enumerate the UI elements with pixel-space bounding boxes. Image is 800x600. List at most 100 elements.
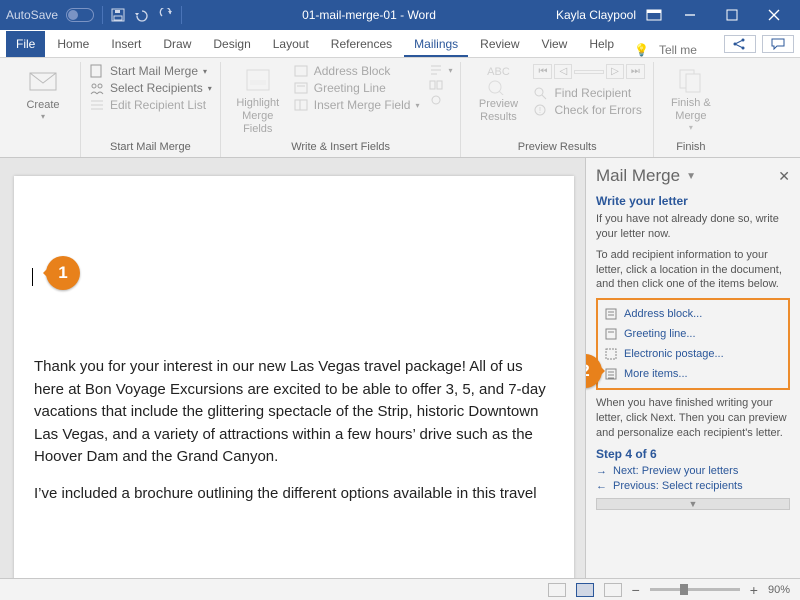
record-nav[interactable]: ⏮◁▷⏭ [533,64,644,79]
tab-home[interactable]: Home [47,31,99,57]
tab-draw[interactable]: Draw [153,31,201,57]
pane-close-button[interactable]: ✕ [778,168,790,185]
greeting-line-button[interactable]: Greeting Line [293,81,420,95]
zoom-slider[interactable] [650,588,740,591]
address-block-button[interactable]: Address Block [293,64,420,78]
postage-icon [604,347,618,361]
match-fields-button[interactable] [429,79,452,91]
pane-item-address-block[interactable]: Address block... [602,304,784,324]
find-recipient-button[interactable]: Find Recipient [533,86,644,100]
check-icon: ! [533,103,549,117]
ribbon-tabs: File Home Insert Draw Design Layout Refe… [0,30,800,58]
greeting-icon [293,81,309,95]
text-cursor [32,268,33,286]
pane-step: Step 4 of 6 [596,447,790,461]
document-page[interactable]: 1 Thank you for your interest in our new… [14,176,574,578]
group-create: Create ▾ [6,62,81,157]
pane-expand-bar[interactable]: ▼ [596,498,790,510]
tab-file[interactable]: File [6,31,45,57]
pane-intro-1: If you have not already done so, write y… [596,212,790,242]
check-errors-button[interactable]: !Check for Errors [533,103,644,117]
update-labels-button[interactable] [429,94,452,106]
tab-layout[interactable]: Layout [263,31,319,57]
tab-references[interactable]: References [321,31,402,57]
redo-icon[interactable] [159,8,173,22]
group-label: Finish [662,139,720,157]
mail-merge-pane: Mail Merge▼ ✕ Write your letter If you h… [585,158,800,578]
tab-view[interactable]: View [532,31,578,57]
tab-insert[interactable]: Insert [101,31,151,57]
pane-section-heading: Write your letter [596,194,790,208]
pane-title: Mail Merge▼ [596,166,790,186]
pane-menu-icon[interactable]: ▼ [686,171,696,182]
share-button[interactable] [724,35,756,53]
tab-help[interactable]: Help [579,31,624,57]
start-mail-merge-button[interactable]: Start Mail Merge▾ [89,64,212,78]
workspace: 1 Thank you for your interest in our new… [0,158,800,578]
edit-recipient-list-button[interactable]: Edit Recipient List [89,98,212,112]
document-body[interactable]: Thank you for your interest in our new L… [34,356,554,505]
pane-outro: When you have finished writing your lett… [596,396,790,441]
close-button[interactable] [754,0,794,30]
web-layout-icon[interactable] [604,583,622,597]
search-icon [533,86,549,100]
pane-next-link[interactable]: →Next: Preview your letters [596,465,790,477]
save-icon[interactable] [111,8,125,22]
zoom-level[interactable]: 90% [768,584,790,596]
read-mode-icon[interactable] [548,583,566,597]
svg-text:!: ! [539,106,541,115]
arrow-right-icon: → [596,465,607,477]
tellme-icon[interactable]: 💡 [634,43,649,57]
zoom-out-button[interactable]: − [632,582,640,598]
group-label: Write & Insert Fields [229,139,453,157]
tab-mailings[interactable]: Mailings [404,31,468,57]
ribbon: Create ▾ Start Mail Merge▾ Select Recipi… [0,58,800,158]
tab-design[interactable]: Design [203,31,260,57]
callout-1: 1 [46,256,80,290]
field-icon [293,98,309,112]
group-write-insert: Highlight Merge Fields Address Block Gre… [221,62,462,157]
quick-access-toolbar: AutoSave [6,6,182,24]
finish-merge-button[interactable]: Finish & Merge ▾ [662,62,720,133]
envelope-icon [28,66,58,96]
address-icon [293,64,309,78]
address-icon [604,307,618,321]
user-name[interactable]: Kayla Claypool [556,8,636,22]
create-button[interactable]: Create ▾ [14,62,72,122]
pane-item-more-items[interactable]: More items... [602,364,784,384]
status-bar: − + 90% [0,578,800,600]
undo-icon[interactable] [133,8,151,22]
select-recipients-button[interactable]: Select Recipients▾ [89,81,212,95]
rules-button[interactable]: ▾ [429,64,452,76]
pane-item-greeting-line[interactable]: Greeting line... [602,324,784,344]
group-preview-results: ABC Preview Results ⏮◁▷⏭ Find Recipient … [461,62,653,157]
page-icon [89,64,105,78]
zoom-in-button[interactable]: + [750,582,758,598]
group-label: Preview Results [469,139,644,157]
highlight-merge-fields-button[interactable]: Highlight Merge Fields [229,62,287,137]
group-finish: Finish & Merge ▾ Finish [654,62,728,157]
list-icon [89,98,105,112]
pane-intro-2: To add recipient information to your let… [596,248,790,293]
minimize-button[interactable] [670,0,710,30]
highlight-icon [244,66,272,94]
document-area: 1 Thank you for your interest in our new… [0,158,585,578]
paragraph-1[interactable]: Thank you for your interest in our new L… [34,356,554,469]
magnify-icon [485,79,511,95]
comments-button[interactable] [762,35,794,53]
pane-item-electronic-postage[interactable]: Electronic postage... [602,344,784,364]
pane-prev-link[interactable]: ←Previous: Select recipients [596,480,790,492]
preview-results-button[interactable]: ABC Preview Results [469,62,527,125]
insert-merge-field-button[interactable]: Insert Merge Field▾ [293,98,420,112]
maximize-button[interactable] [712,0,752,30]
tab-review[interactable]: Review [470,31,529,57]
paragraph-2[interactable]: I’ve included a brochure outlining the d… [34,483,554,506]
print-layout-icon[interactable] [576,583,594,597]
greeting-icon [604,327,618,341]
group-start-mail-merge: Start Mail Merge▾ Select Recipients▾ Edi… [81,62,221,157]
arrow-left-icon: ← [596,480,607,492]
ribbon-display-icon[interactable] [646,8,662,22]
tell-me-search[interactable]: Tell me [659,43,697,57]
autosave-toggle[interactable] [66,8,94,22]
title-bar: AutoSave 01-mail-merge-01 - Word Kayla C… [0,0,800,30]
